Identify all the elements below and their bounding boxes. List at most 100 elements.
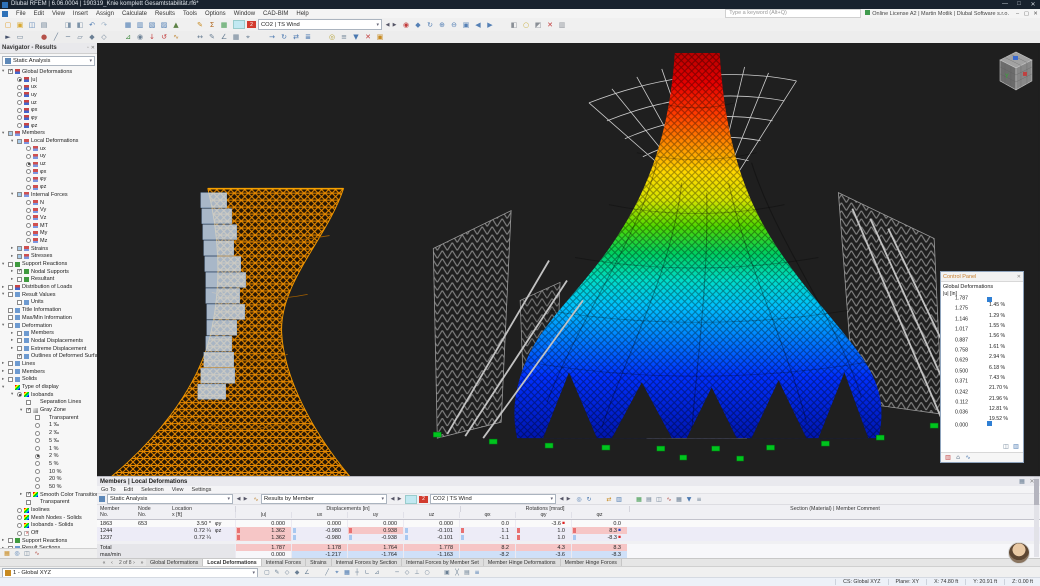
lock-table[interactable]: ◫ [654,495,664,503]
tree-item[interactable]: |u| [0,76,97,84]
tree-item[interactable]: Separation Lines [0,399,97,407]
sep[interactable] [382,569,392,577]
col-ux[interactable]: ux [291,512,347,518]
menu-item[interactable]: Options [201,11,230,17]
member-tool[interactable]: ─ [62,32,74,43]
redo[interactable]: ↷ [98,19,110,30]
tree-checkbox[interactable] [17,277,22,282]
select-arrow[interactable]: ► [2,32,14,43]
tree-checkbox[interactable] [8,262,13,267]
search-input[interactable]: Type a keyword (Alt+Q) [725,9,861,18]
snap-node[interactable]: ⌖ [332,569,342,577]
object-info[interactable]: ≡ [472,569,482,577]
tree-item[interactable]: Internal Forces [0,191,97,199]
tree-item[interactable]: MT [0,222,97,230]
table-menu-item[interactable]: View [168,487,188,493]
menu-item[interactable]: Window [230,11,259,17]
maximize-button[interactable]: □ [1012,1,1026,8]
node-tool[interactable]: ● [38,32,50,43]
paste[interactable]: ◧ [74,19,86,30]
tree-checkbox[interactable] [26,215,31,220]
tree-checkbox[interactable] [17,192,22,197]
cartesian-snap[interactable]: ⊿ [372,569,382,577]
tree-item[interactable]: φy [0,114,97,122]
tree-checkbox[interactable] [17,139,22,144]
panel-navigator[interactable]: ▦ [122,19,134,30]
perpendicular-snap[interactable]: ⊥ [412,569,422,577]
tree-checkbox[interactable] [17,531,22,536]
tree-item[interactable]: Gray Zone [0,406,97,414]
work-plane[interactable]: ∠ [302,569,312,577]
tree-checkbox[interactable] [26,169,31,174]
tree-expander-icon[interactable] [2,385,8,390]
table-dock[interactable]: ▦ [1017,478,1027,486]
tree-checkbox[interactable] [8,292,13,297]
panel-layout[interactable]: ▧ [146,19,158,30]
tree-checkbox[interactable] [35,438,40,443]
charts-navigator-tab[interactable]: ∿ [32,550,42,558]
tree-item[interactable]: φx [0,106,97,114]
delete[interactable]: ✕ [362,32,374,43]
panel-tables[interactable]: ▥ [134,19,146,30]
table-menu-item[interactable]: Selection [137,487,168,493]
next-button[interactable]: ▶ [242,496,249,502]
pin-icon[interactable]: ▫ [87,45,89,51]
tree-checkbox[interactable] [8,285,13,290]
tree-item[interactable]: 1 % [0,445,97,453]
tree-item[interactable]: 50 % [0,483,97,491]
prev-button[interactable]: ◀ [558,496,565,502]
table-row[interactable]: 1237 0.72 ¼ 1.362-0.980-0.938-0.101-1.11… [97,534,1040,541]
next-view[interactable]: ▶ [484,19,496,30]
tree-checkbox[interactable] [17,269,22,274]
mdi-restore-button[interactable]: ▢ [1022,11,1031,17]
tree-checkbox[interactable] [17,77,22,82]
tree-item[interactable]: 20 % [0,475,97,483]
nodal-load[interactable]: ↓ [146,32,158,43]
tree-checkbox[interactable] [26,223,31,228]
tree-item[interactable]: N [0,199,97,207]
tree-item[interactable]: 2 ‰ [0,429,97,437]
tree-item[interactable]: uz [0,160,97,168]
tree-checkbox[interactable] [26,185,31,190]
upload-model[interactable]: ▲ [170,19,182,30]
tree-item[interactable]: Vy [0,206,97,214]
imperfection[interactable]: ∿ [170,32,182,43]
menu-item[interactable]: Assign [92,11,118,17]
tree-checkbox[interactable] [17,523,22,528]
tree-checkbox[interactable] [8,369,13,374]
tree-checkbox[interactable] [35,454,40,459]
table-menu-item[interactable]: Settings [188,487,216,493]
view-combo[interactable]: 1 - Global XYZ ▾ [2,568,258,578]
table-menu-item[interactable]: Edit [120,487,137,493]
tree-checkbox[interactable] [17,392,22,397]
tree-item[interactable]: Nodal Displacements [0,337,97,345]
tree-item[interactable]: φy [0,176,97,184]
tree-checkbox[interactable] [26,492,31,497]
panel-color-scale-tab[interactable]: ▥ [943,454,953,462]
panel-edit-scale[interactable]: ▥ [1011,442,1021,450]
sep[interactable] [594,495,604,503]
tree-item[interactable]: φz [0,122,97,130]
tree-checkbox[interactable] [8,308,13,313]
orbit[interactable]: ↻ [424,19,436,30]
col-u[interactable]: |u| [235,512,291,518]
tree-checkbox[interactable] [35,477,40,482]
load-case-combo[interactable]: CO2 | TS Wind▾ [258,19,382,30]
views-navigator-tab[interactable]: ◎ [12,550,22,558]
col-uz[interactable]: uz [403,512,459,518]
annotation[interactable]: ✎ [206,32,218,43]
tree-item[interactable]: Title Information [0,306,97,314]
render-mode[interactable]: ◧ [508,19,520,30]
line-tool[interactable]: ╱ [50,32,62,43]
hinge-tool[interactable]: ◉ [134,32,146,43]
tree-item[interactable]: Global Deformations [0,68,97,76]
tree-item[interactable]: ux [0,145,97,153]
menu-item[interactable]: Edit [30,11,48,17]
sep[interactable] [110,19,122,30]
tree-checkbox[interactable] [17,515,22,520]
render-toggle[interactable]: ◆ [292,569,302,577]
calculate[interactable]: Σ [206,19,218,30]
display-navigator-tab[interactable]: ◫ [22,550,32,558]
tree-item[interactable]: Transparent [0,414,97,422]
model-3d-viewport[interactable]: Y Control Panel ✕ Global Deformations |u… [97,43,1040,476]
